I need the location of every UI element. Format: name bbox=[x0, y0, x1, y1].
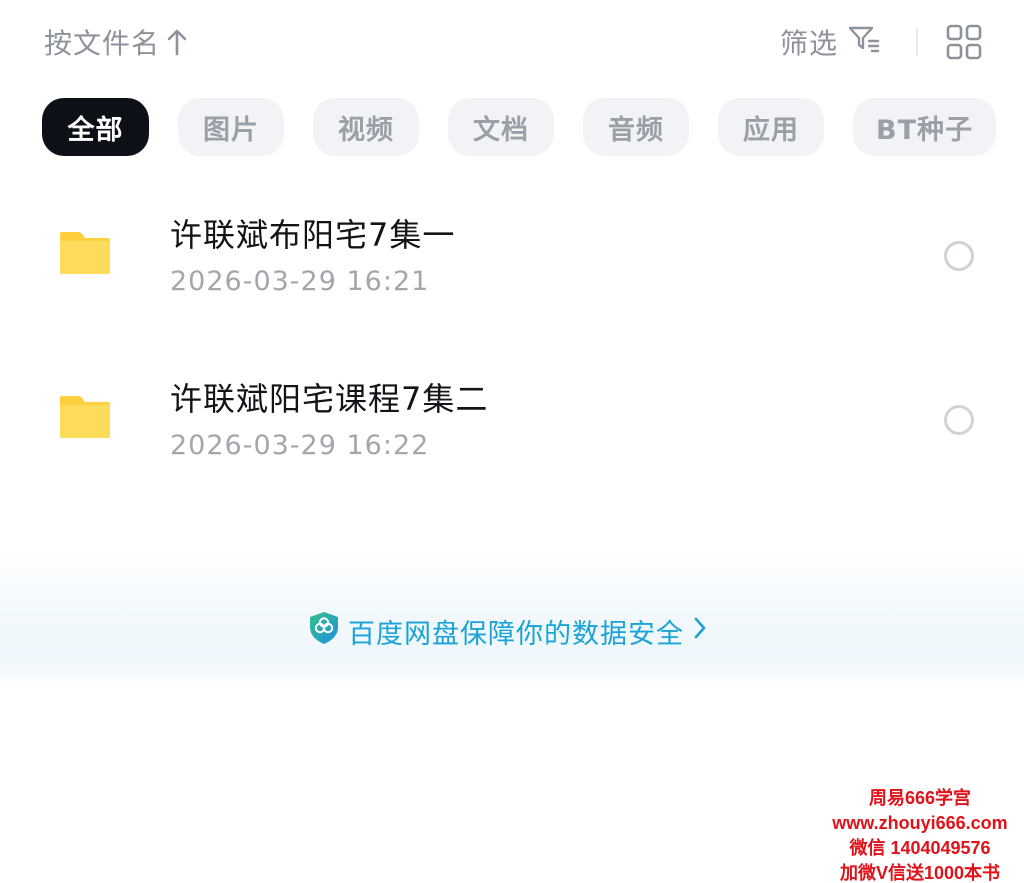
sort-label: 按文件名 bbox=[44, 27, 161, 60]
folder-icon bbox=[58, 394, 112, 440]
filter-button[interactable]: 筛选 bbox=[780, 22, 880, 62]
watermark-text: 周易666学宫 www.zhouyi666.com 微信 1404049576 … bbox=[820, 786, 1020, 883]
file-list-item[interactable]: 许联斌布阳宅7集一 2026-03-29 16:21 bbox=[0, 180, 1024, 330]
tab-apps-label: 应用 bbox=[743, 114, 799, 146]
tab-apps[interactable]: 应用 bbox=[718, 98, 824, 156]
tab-all-label: 全部 bbox=[67, 114, 124, 146]
tab-audio-label: 音频 bbox=[608, 114, 664, 146]
file-name: 许联斌阳宅课程7集二 bbox=[170, 380, 489, 418]
filter-label: 筛选 bbox=[780, 27, 839, 60]
tab-audio[interactable]: 音频 bbox=[583, 98, 689, 156]
tab-documents[interactable]: 文档 bbox=[448, 98, 554, 156]
grid-view-icon bbox=[946, 24, 982, 64]
watermark-line: www.zhouyi666.com bbox=[832, 813, 1008, 833]
file-date: 2026-03-29 16:22 bbox=[170, 430, 430, 461]
tab-documents-label: 文档 bbox=[473, 114, 529, 146]
sort-by-name-button[interactable]: 按文件名 bbox=[44, 22, 188, 62]
chevron-right-icon bbox=[692, 615, 708, 648]
shield-icon bbox=[308, 611, 340, 652]
tab-bt-torrents[interactable]: BT种子 bbox=[853, 98, 996, 156]
toolbar-divider bbox=[916, 28, 918, 56]
file-list-item[interactable]: 许联斌阳宅课程7集二 2026-03-29 16:22 bbox=[0, 344, 1024, 494]
watermark-line: 加微V信送1000本书 bbox=[839, 863, 1001, 883]
tab-all[interactable]: 全部 bbox=[42, 98, 149, 156]
top-toolbar: 按文件名 筛选 bbox=[0, 0, 1024, 84]
arrow-up-icon bbox=[166, 28, 188, 56]
watermark-line: 微信 1404049576 bbox=[849, 838, 991, 858]
tab-videos-label: 视频 bbox=[338, 114, 394, 146]
tab-images[interactable]: 图片 bbox=[178, 98, 284, 156]
data-security-link[interactable]: 百度网盘保障你的数据安全 bbox=[308, 611, 708, 652]
select-radio[interactable] bbox=[944, 405, 974, 435]
file-date: 2026-03-29 16:21 bbox=[170, 266, 430, 297]
filter-icon bbox=[848, 24, 880, 61]
file-browser-screen: 按文件名 筛选 全部 图片 视频 文档 音频 应用 BT种子 许联斌布阳宅7集一… bbox=[0, 0, 1024, 883]
grid-view-button[interactable] bbox=[946, 24, 982, 60]
tab-bt-torrents-label: BT种子 bbox=[876, 114, 973, 146]
file-name: 许联斌布阳宅7集一 bbox=[170, 216, 456, 254]
tab-videos[interactable]: 视频 bbox=[313, 98, 419, 156]
select-radio[interactable] bbox=[944, 241, 974, 271]
banner-text: 百度网盘保障你的数据安全 bbox=[348, 618, 684, 650]
tab-images-label: 图片 bbox=[203, 114, 259, 146]
watermark-line: 周易666学宫 bbox=[868, 788, 972, 808]
category-tabs: 全部 图片 视频 文档 音频 应用 BT种子 bbox=[42, 98, 996, 156]
folder-icon bbox=[58, 230, 112, 276]
